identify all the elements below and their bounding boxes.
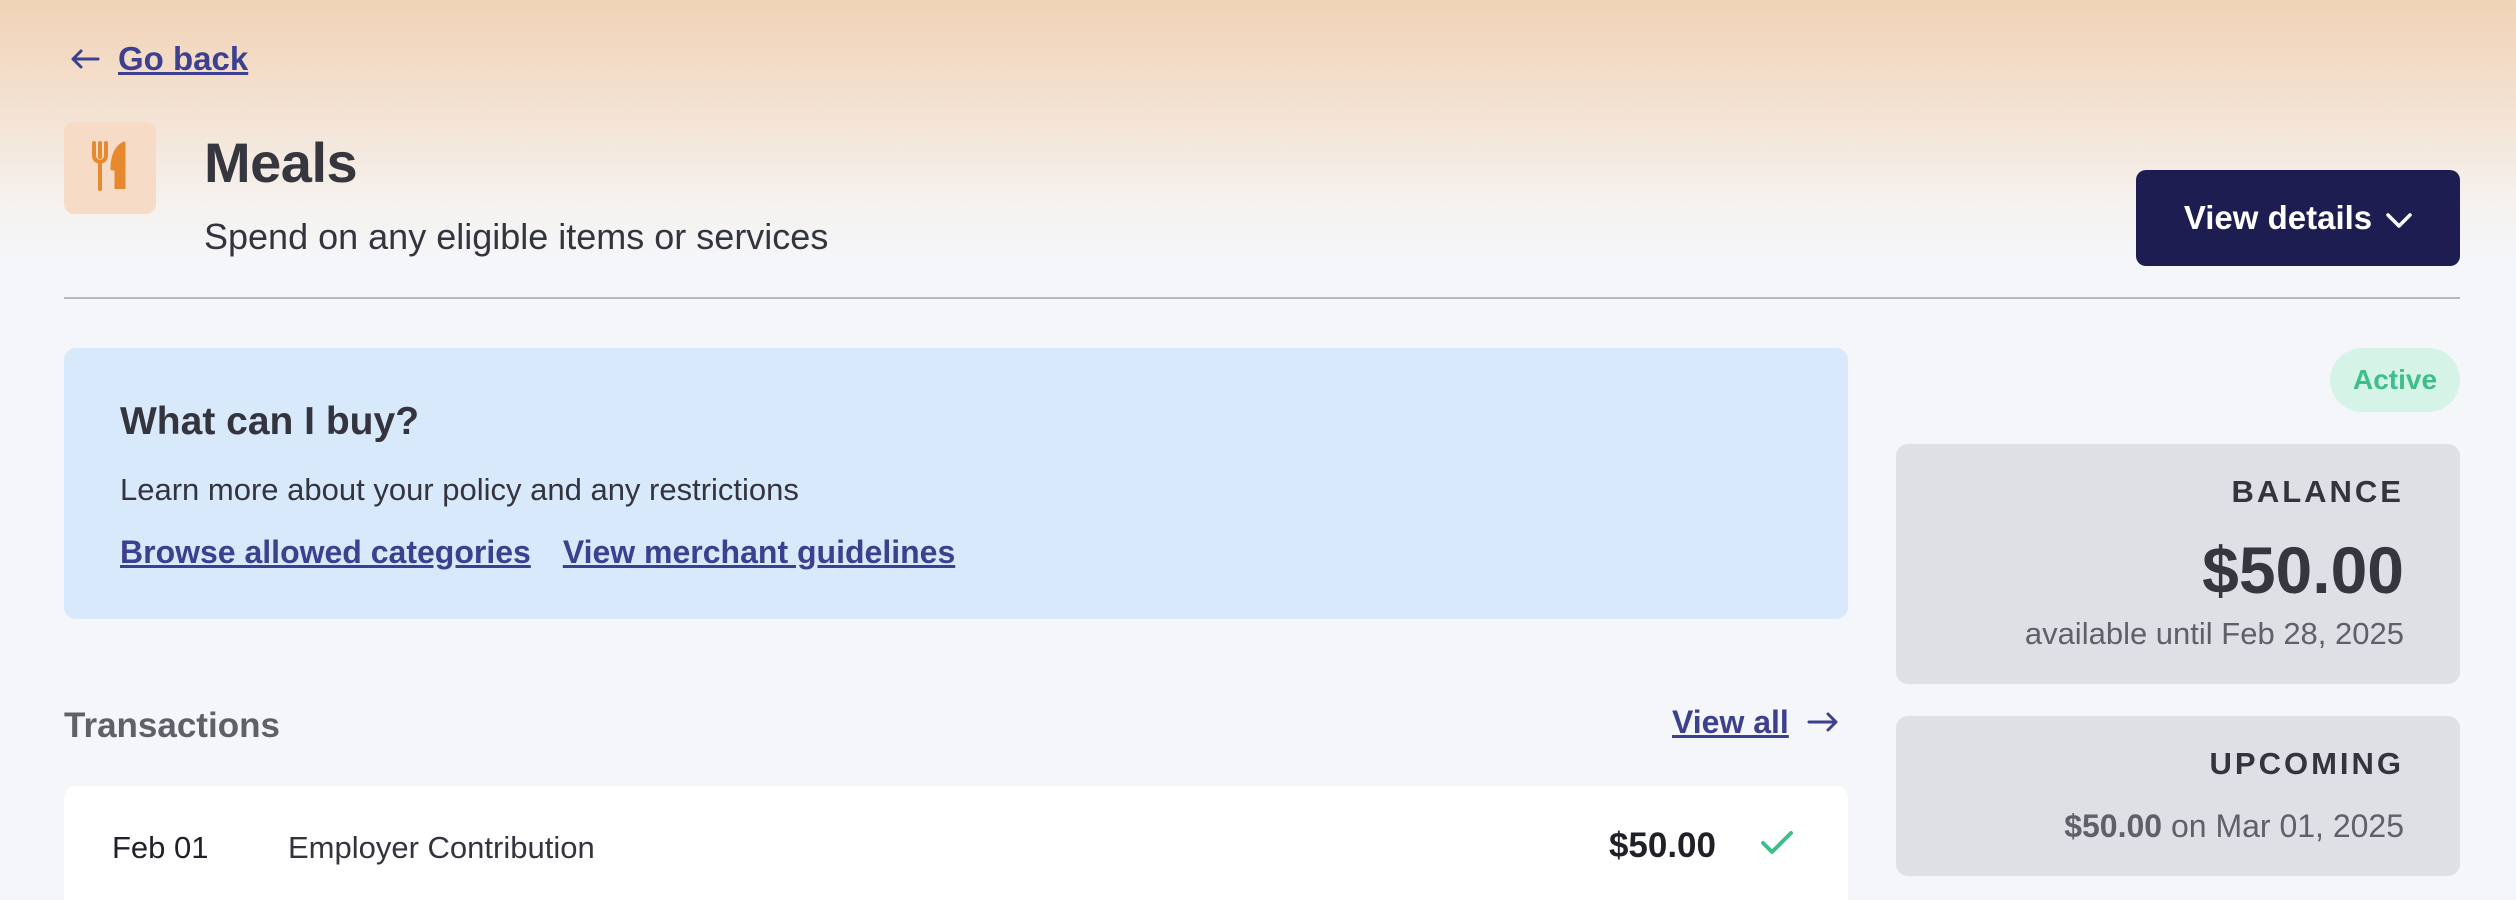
- view-all-label: View all: [1672, 704, 1789, 740]
- upcoming-label: UPCOMING: [2209, 746, 2404, 781]
- fork-knife-icon: [92, 140, 128, 196]
- status-badge: Active: [2330, 348, 2460, 412]
- page-title: Meals: [204, 131, 358, 194]
- go-back-label: Go back: [118, 40, 249, 77]
- transactions-list: Feb 01 Employer Contribution $50.00: [64, 786, 1848, 900]
- transaction-row[interactable]: Feb 01 Employer Contribution $50.00: [64, 786, 1848, 900]
- transaction-amount: $50.00: [1608, 826, 1716, 865]
- meals-category-badge: [64, 122, 156, 214]
- arrow-left-icon: [70, 48, 100, 70]
- view-merchant-guidelines-link[interactable]: View merchant guidelines: [563, 534, 955, 571]
- view-details-button[interactable]: View details: [2136, 170, 2460, 266]
- view-all-link[interactable]: View all: [1672, 704, 1839, 741]
- balance-amount: $50.00: [2202, 533, 2404, 607]
- arrow-right-icon: [1807, 704, 1839, 741]
- view-details-label: View details: [2183, 199, 2373, 236]
- transactions-heading: Transactions: [64, 706, 280, 745]
- page-subtitle: Spend on any eligible items or services: [204, 216, 829, 257]
- upcoming-card: UPCOMING $50.00 on Mar 01, 2025: [1896, 716, 2460, 876]
- transaction-date: Feb 01: [112, 830, 209, 865]
- info-card-description: Learn more about your policy and any res…: [120, 472, 799, 507]
- header-divider: [64, 297, 2460, 299]
- what-can-i-buy-card: What can I buy? Learn more about your po…: [64, 348, 1848, 619]
- go-back-link[interactable]: Go back: [70, 40, 248, 78]
- balance-label: BALANCE: [2231, 474, 2404, 509]
- check-icon: [1760, 830, 1794, 861]
- chevron-down-icon: [2386, 199, 2412, 237]
- browse-allowed-categories-link[interactable]: Browse allowed categories: [120, 534, 531, 571]
- info-card-links: Browse allowed categories View merchant …: [120, 534, 955, 571]
- upcoming-date: on Mar 01, 2025: [2170, 808, 2404, 844]
- info-card-title: What can I buy?: [120, 400, 420, 443]
- balance-card: BALANCE $50.00 available until Feb 28, 2…: [1896, 444, 2460, 684]
- upcoming-amount: $50.00: [2064, 808, 2163, 844]
- upcoming-detail: $50.00 on Mar 01, 2025: [2064, 808, 2404, 845]
- transaction-description: Employer Contribution: [288, 830, 595, 865]
- balance-availability: available until Feb 28, 2025: [2024, 616, 2404, 651]
